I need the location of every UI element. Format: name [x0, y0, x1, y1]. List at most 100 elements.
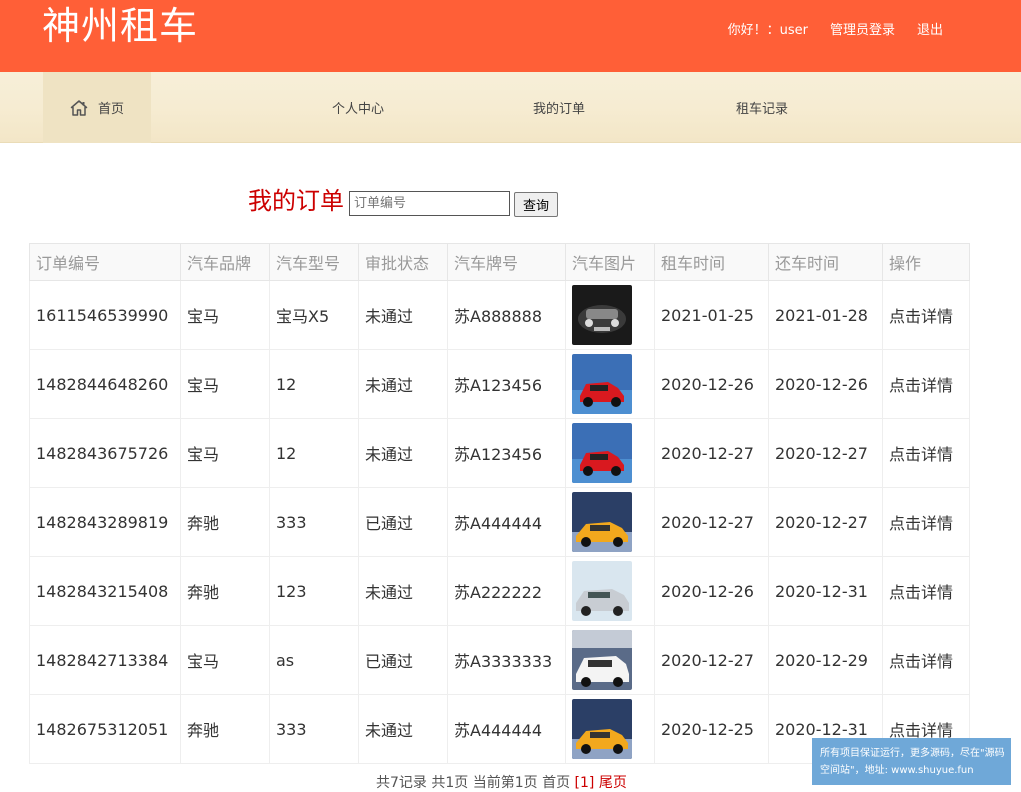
main-nav: 首页 个人中心 我的订单 租车记录	[0, 72, 1021, 143]
car-brand-cell: 宝马	[180, 280, 270, 350]
column-header: 汽车型号	[269, 243, 359, 281]
plate-number-cell: 苏A222222	[447, 556, 566, 626]
watermark-line: 空间站"，地址: www.shuyue.fun	[820, 765, 974, 776]
car-image-cell	[565, 625, 655, 695]
column-header: 汽车品牌	[180, 243, 270, 281]
rent-date-cell: 2021-01-25	[654, 280, 769, 350]
table-header-row: 订单编号 汽车品牌 汽车型号 审批状态 汽车牌号 汽车图片 租车时间 还车时间 …	[29, 243, 970, 281]
table-row: 1482843215408 奔驰 123 未通过 苏A222222 2020-12-26 2…	[29, 556, 970, 626]
order-number-search-input[interactable]	[349, 191, 510, 216]
order-id-cell: 1482843289819	[29, 487, 181, 557]
return-date-cell: 2020-12-26	[768, 349, 883, 419]
nav-item-home[interactable]: 首页	[43, 72, 151, 143]
approval-status-cell: 未通过	[358, 280, 448, 350]
return-date-cell: 2020-12-31	[768, 556, 883, 626]
rent-date-cell: 2020-12-27	[654, 418, 769, 488]
car-image-cell	[565, 349, 655, 419]
plate-number-cell: 苏A123456	[447, 418, 566, 488]
rent-date-cell: 2020-12-26	[654, 556, 769, 626]
column-header: 审批状态	[358, 243, 448, 281]
car-image-cell	[565, 556, 655, 626]
car-photo	[572, 492, 632, 552]
return-date-cell: 2021-01-28	[768, 280, 883, 350]
car-image-cell	[565, 280, 655, 350]
approval-status-cell: 已通过	[358, 625, 448, 695]
car-brand-cell: 奔驰	[180, 487, 270, 557]
car-image-cell	[565, 418, 655, 488]
car-brand-cell: 宝马	[180, 625, 270, 695]
nav-item-profile[interactable]: 个人中心	[332, 72, 384, 143]
current-page[interactable]: [1]	[575, 775, 595, 791]
action-cell[interactable]: 点击详情	[882, 280, 970, 350]
greeting-text: 你好！：user	[727, 23, 808, 38]
approval-status-cell: 未通过	[358, 556, 448, 626]
column-header: 汽车牌号	[447, 243, 566, 281]
return-date-cell: 2020-12-29	[768, 625, 883, 695]
source-watermark: 所有项目保证运行，更多源码，尽在"源码 空间站"，地址: www.shuyue.…	[812, 738, 1011, 785]
return-date-cell: 2020-12-27	[768, 487, 883, 557]
car-brand-cell: 奔驰	[180, 556, 270, 626]
top-header: 神州租车 你好！：user 管理员登录 退出	[0, 0, 1021, 72]
car-model-cell: as	[269, 625, 359, 695]
column-header: 汽车图片	[565, 243, 655, 281]
nav-item-rental-records[interactable]: 租车记录	[736, 72, 788, 143]
nav-item-my-orders[interactable]: 我的订单	[533, 72, 585, 143]
logout-link[interactable]: 退出	[917, 19, 943, 38]
car-photo	[572, 354, 632, 414]
car-model-cell: 333	[269, 487, 359, 557]
car-model-cell: 333	[269, 694, 359, 764]
orders-table: 订单编号 汽车品牌 汽车型号 审批状态 汽车牌号 汽车图片 租车时间 还车时间 …	[29, 243, 970, 764]
table-row: 1611546539990 宝马 宝马X5 未通过 苏A888888 2021-01-25…	[29, 280, 970, 350]
column-header: 租车时间	[654, 243, 769, 281]
order-id-cell: 1482843215408	[29, 556, 181, 626]
approval-status-cell: 未通过	[358, 349, 448, 419]
order-id-cell: 1482675312051	[29, 694, 181, 764]
order-id-cell: 1482842713384	[29, 625, 181, 695]
order-id-cell: 1482844648260	[29, 349, 181, 419]
nav-home-label: 首页	[97, 102, 124, 117]
home-icon	[70, 99, 88, 116]
admin-login-link[interactable]: 管理员登录	[830, 19, 895, 38]
car-model-cell: 12	[269, 349, 359, 419]
car-image-cell	[565, 694, 655, 764]
plate-number-cell: 苏A3333333	[447, 625, 566, 695]
car-photo	[572, 423, 632, 483]
approval-status-cell: 未通过	[358, 418, 448, 488]
action-cell[interactable]: 点击详情	[882, 418, 970, 488]
rent-date-cell: 2020-12-25	[654, 694, 769, 764]
pagination-summary: 共7记录 共1页 当前第1页 首页	[376, 775, 575, 791]
car-photo	[572, 699, 632, 759]
watermark-line: 所有项目保证运行，更多源码，尽在"源码	[820, 748, 1005, 759]
column-header: 订单编号	[29, 243, 181, 281]
car-brand-cell: 奔驰	[180, 694, 270, 764]
table-row: 1482843675726 宝马 12 未通过 苏A123456 2020-12-27 20…	[29, 418, 970, 488]
car-model-cell: 123	[269, 556, 359, 626]
plate-number-cell: 苏A888888	[447, 280, 566, 350]
action-cell[interactable]: 点击详情	[882, 349, 970, 419]
plate-number-cell: 苏A444444	[447, 694, 566, 764]
column-header: 操作	[882, 243, 970, 281]
approval-status-cell: 已通过	[358, 487, 448, 557]
action-cell[interactable]: 点击详情	[882, 487, 970, 557]
action-cell[interactable]: 点击详情	[882, 556, 970, 626]
car-brand-cell: 宝马	[180, 349, 270, 419]
order-id-cell: 1482843675726	[29, 418, 181, 488]
top-links: 你好！：user 管理员登录 退出	[728, 19, 943, 38]
last-page-link[interactable]: 尾页	[594, 775, 627, 791]
car-model-cell: 宝马X5	[269, 280, 359, 350]
pagination: 共7记录 共1页 当前第1页 首页 [1] 尾页	[376, 772, 627, 792]
column-header: 还车时间	[768, 243, 883, 281]
search-button[interactable]: 查询	[514, 192, 558, 217]
plate-number-cell: 苏A123456	[447, 349, 566, 419]
car-photo	[572, 561, 632, 621]
return-date-cell: 2020-12-27	[768, 418, 883, 488]
car-image-cell	[565, 487, 655, 557]
car-model-cell: 12	[269, 418, 359, 488]
table-row: 1482842713384 宝马 as 已通过 苏A3333333 2020-12-27 2…	[29, 625, 970, 695]
table-row: 1482844648260 宝马 12 未通过 苏A123456 2020-12-26 20…	[29, 349, 970, 419]
action-cell[interactable]: 点击详情	[882, 625, 970, 695]
site-brand[interactable]: 神州租车	[42, 4, 198, 48]
approval-status-cell: 未通过	[358, 694, 448, 764]
rent-date-cell: 2020-12-26	[654, 349, 769, 419]
rent-date-cell: 2020-12-27	[654, 625, 769, 695]
